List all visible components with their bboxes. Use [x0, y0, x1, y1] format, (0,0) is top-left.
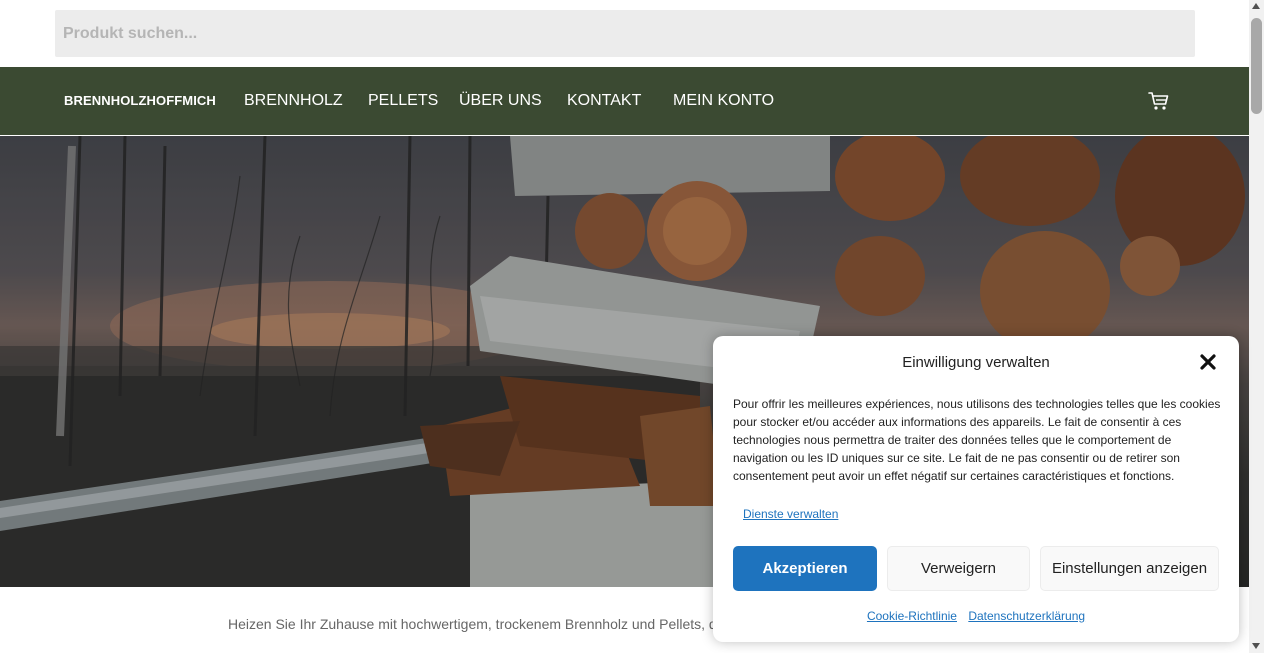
cookie-consent-dialog: Einwilligung verwalten Pour offrir les m…	[713, 336, 1239, 642]
scrollbar[interactable]	[1249, 0, 1264, 653]
scroll-up-arrow-icon[interactable]	[1252, 3, 1260, 9]
consent-message: Pour offrir les meilleures expériences, …	[733, 397, 1221, 483]
search-bar	[55, 10, 1195, 57]
cart-icon[interactable]	[1148, 91, 1170, 111]
scrollbar-thumb[interactable]	[1251, 18, 1262, 114]
close-icon[interactable]	[1199, 353, 1217, 371]
page: BRENNHOLZHOFFMICH BRENNHOLZ PELLETS ÜBER…	[0, 0, 1264, 653]
search-input[interactable]	[55, 10, 1195, 57]
deny-button[interactable]: Verweigern	[887, 546, 1030, 591]
nav-item-ueber-uns[interactable]: ÜBER UNS	[459, 67, 542, 135]
manage-services-link[interactable]: Dienste verwalten	[743, 507, 838, 521]
main-nav: BRENNHOLZHOFFMICH BRENNHOLZ PELLETS ÜBER…	[0, 67, 1249, 135]
dialog-title: Einwilligung verwalten	[902, 354, 1050, 371]
nav-item-kontakt[interactable]: KONTAKT	[567, 67, 641, 135]
policy-links: Cookie-Richtlinie Datenschutzerklärung	[713, 609, 1239, 623]
privacy-policy-link[interactable]: Datenschutzerklärung	[968, 609, 1085, 623]
cookie-policy-link[interactable]: Cookie-Richtlinie	[867, 609, 957, 623]
nav-item-brennholz[interactable]: BRENNHOLZ	[244, 67, 343, 135]
brand-logo[interactable]: BRENNHOLZHOFFMICH	[64, 67, 216, 135]
intro-text: Heizen Sie Ihr Zuhause mit hochwertigem,…	[228, 616, 720, 632]
nav-item-pellets[interactable]: PELLETS	[368, 67, 438, 135]
view-preferences-button[interactable]: Einstellungen anzeigen	[1040, 546, 1219, 591]
nav-item-mein-konto[interactable]: MEIN KONTO	[673, 67, 774, 135]
accept-button[interactable]: Akzeptieren	[733, 546, 877, 591]
scroll-down-arrow-icon[interactable]	[1252, 643, 1260, 649]
